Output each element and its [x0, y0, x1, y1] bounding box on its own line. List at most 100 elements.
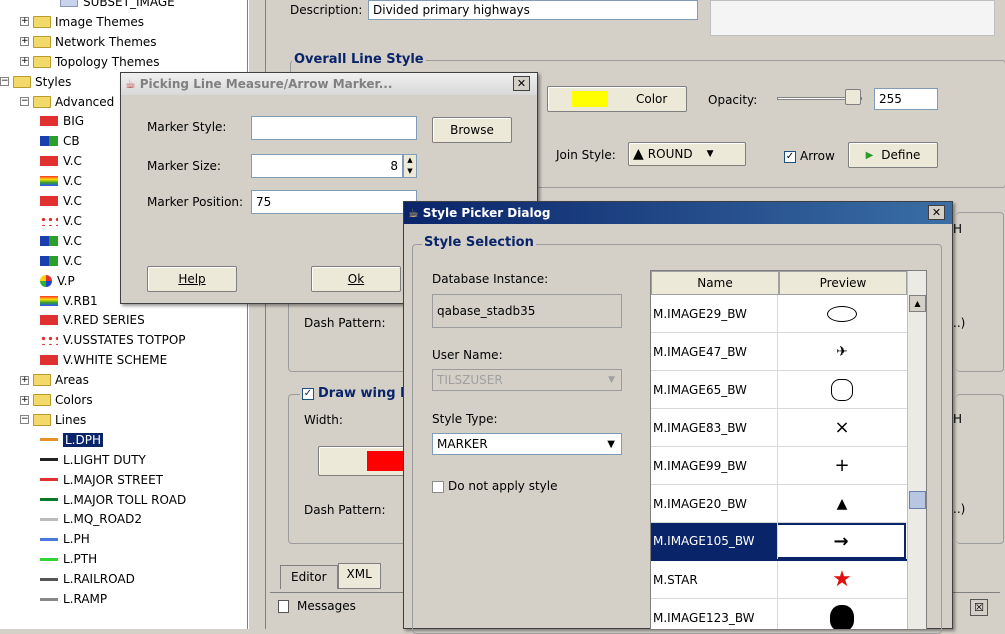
style-picker-close-icon[interactable]: ✕: [928, 205, 945, 220]
marker-size-input[interactable]: 8: [251, 154, 403, 178]
tab-xml[interactable]: XML: [337, 563, 381, 589]
tree-item-label: V.RED SERIES: [63, 313, 145, 328]
define-button[interactable]: ▶ Define: [848, 142, 938, 168]
tree-item[interactable]: + Colors: [20, 390, 93, 410]
tree-item[interactable]: CB: [40, 131, 80, 151]
tree-item[interactable]: L.PH: [40, 529, 90, 549]
description-label: Description:: [290, 3, 363, 17]
tree-item[interactable]: L.MAJOR TOLL ROAD: [40, 490, 186, 510]
expand-icon[interactable]: +: [20, 17, 29, 27]
tree-item[interactable]: + Areas: [20, 370, 89, 390]
table-row[interactable]: M.IMAGE29_BW: [651, 295, 907, 333]
tree-item[interactable]: L.PTH: [40, 549, 97, 569]
tree-item[interactable]: V.RED SERIES: [40, 310, 145, 330]
style-table[interactable]: Name Preview M.IMAGE29_BW M.IMAGE47_BW ✈ M.…: [650, 270, 927, 630]
join-round-icon: ▲: [633, 146, 644, 162]
collapse-icon[interactable]: −: [20, 97, 29, 106]
tree-item[interactable]: + Image Themes: [20, 12, 144, 32]
tree-item[interactable]: − Advanced: [20, 92, 114, 112]
join-style-value: ROUND: [647, 147, 693, 161]
table-row[interactable]: M.STAR ★: [651, 561, 907, 599]
line-style-icon: [40, 577, 58, 581]
tree-item[interactable]: L.LIGHT DUTY: [40, 450, 146, 470]
description-field[interactable]: Divided primary highways: [368, 0, 698, 20]
tree-item[interactable]: V.P: [40, 271, 75, 291]
tree-item[interactable]: V.C: [40, 251, 82, 271]
tree-item-label: L.DPH: [63, 432, 103, 447]
row-name: M.IMAGE47_BW: [651, 333, 778, 370]
col-header-name[interactable]: Name: [651, 271, 779, 295]
tree-item[interactable]: V.C: [40, 171, 82, 191]
arrow-checkbox[interactable]: ✓ Arrow: [784, 149, 835, 163]
opacity-field[interactable]: 255: [874, 88, 938, 110]
table-row[interactable]: M.IMAGE65_BW: [651, 371, 907, 409]
no-apply-checkbox[interactable]: Do not apply style: [432, 479, 557, 493]
marker-dialog-titlebar[interactable]: ☕ Picking Line Measure/Arrow Marker...: [121, 73, 537, 95]
row-name: M.IMAGE29_BW: [651, 295, 778, 332]
line-style-icon: [40, 517, 58, 521]
help-button[interactable]: Help: [147, 266, 237, 292]
style-swatch-icon: [40, 315, 58, 326]
marker-dialog-close-icon[interactable]: ✕: [513, 76, 530, 91]
scroll-thumb[interactable]: [909, 491, 926, 509]
user-name-label: User Name:: [432, 348, 503, 362]
collapse-icon[interactable]: −: [0, 77, 9, 87]
tree-item[interactable]: − Styles: [0, 72, 71, 92]
tree-item[interactable]: L.RAILROAD: [40, 569, 135, 589]
expand-icon[interactable]: +: [20, 37, 29, 47]
vertical-scrollbar[interactable]: ▲: [907, 271, 926, 629]
tree-item[interactable]: + Topology Themes: [20, 52, 159, 72]
expand-icon[interactable]: +: [20, 375, 29, 385]
marker-position-input[interactable]: 75: [251, 190, 417, 214]
tree-item[interactable]: L.DPH: [40, 430, 103, 450]
style-type-value: MARKER: [437, 437, 488, 451]
table-row[interactable]: M.IMAGE47_BW ✈: [651, 333, 907, 371]
color-button[interactable]: Color: [547, 86, 687, 112]
marker-size-spinner[interactable]: ▲ ▼: [403, 154, 417, 178]
opacity-slider-thumb[interactable]: [845, 89, 861, 105]
tab-editor[interactable]: Editor: [280, 565, 338, 589]
table-row[interactable]: M.IMAGE99_BW +: [651, 447, 907, 485]
tree-item[interactable]: V.C: [40, 191, 82, 211]
style-picker-title: Style Picker Dialog: [422, 206, 551, 220]
ok-button[interactable]: Ok: [311, 266, 401, 292]
join-style-dropdown[interactable]: ▲ ROUND ▼: [628, 142, 746, 166]
draw-wing-checkbox[interactable]: ✓ Draw wing l: [300, 386, 407, 401]
tree-item[interactable]: L.MAJOR STREET: [40, 470, 163, 490]
tree-item-label: V.C: [63, 233, 82, 248]
tree-item[interactable]: V.RB1: [40, 291, 98, 311]
tree-item[interactable]: V.C: [40, 151, 82, 171]
chevron-down-icon: ▼: [608, 375, 615, 385]
style-picker-titlebar[interactable]: ☕ Style Picker Dialog: [404, 202, 952, 224]
col-header-preview[interactable]: Preview: [779, 271, 907, 295]
row-name: M.IMAGE123_BW: [651, 599, 778, 629]
scroll-up-icon[interactable]: ▲: [909, 295, 926, 312]
tree-item[interactable]: V.C: [40, 231, 82, 251]
tree-item[interactable]: V.USSTATES TOTPOP: [40, 330, 186, 350]
table-row[interactable]: M.IMAGE20_BW ▲: [651, 485, 907, 523]
style-type-dropdown[interactable]: MARKER ▼: [432, 433, 622, 455]
tree-item-label: V.WHITE SCHEME: [63, 353, 168, 368]
tree-item[interactable]: − Lines: [20, 410, 86, 430]
tree-item[interactable]: V.C: [40, 211, 82, 231]
browse-button[interactable]: Browse: [432, 117, 512, 143]
table-row[interactable]: M.IMAGE105_BW →: [651, 523, 907, 561]
messages-close-icon[interactable]: ☒: [970, 599, 988, 616]
expand-icon[interactable]: +: [20, 395, 29, 405]
table-row[interactable]: M.IMAGE123_BW: [651, 599, 907, 629]
table-row[interactable]: M.IMAGE83_BW ×: [651, 409, 907, 447]
tree-item-label: L.MQ_ROAD2: [63, 512, 142, 527]
tree-item[interactable]: BIG: [40, 111, 84, 131]
collapse-icon[interactable]: −: [20, 415, 29, 425]
tree-item[interactable]: SUBSET_IMAGE: [60, 0, 175, 12]
tree-item-label: L.RAILROAD: [63, 572, 135, 587]
tree-item-label: Image Themes: [55, 14, 145, 29]
wing-color-button[interactable]: [318, 446, 408, 476]
expand-icon[interactable]: +: [20, 57, 29, 67]
tree-item[interactable]: + Network Themes: [20, 32, 157, 52]
marker-style-input[interactable]: [251, 116, 417, 140]
tree-item[interactable]: V.WHITE SCHEME: [40, 350, 167, 370]
tree-item-label: CB: [63, 134, 80, 149]
tree-item[interactable]: L.RAMP: [40, 589, 107, 609]
tree-item[interactable]: L.MQ_ROAD2: [40, 509, 142, 529]
